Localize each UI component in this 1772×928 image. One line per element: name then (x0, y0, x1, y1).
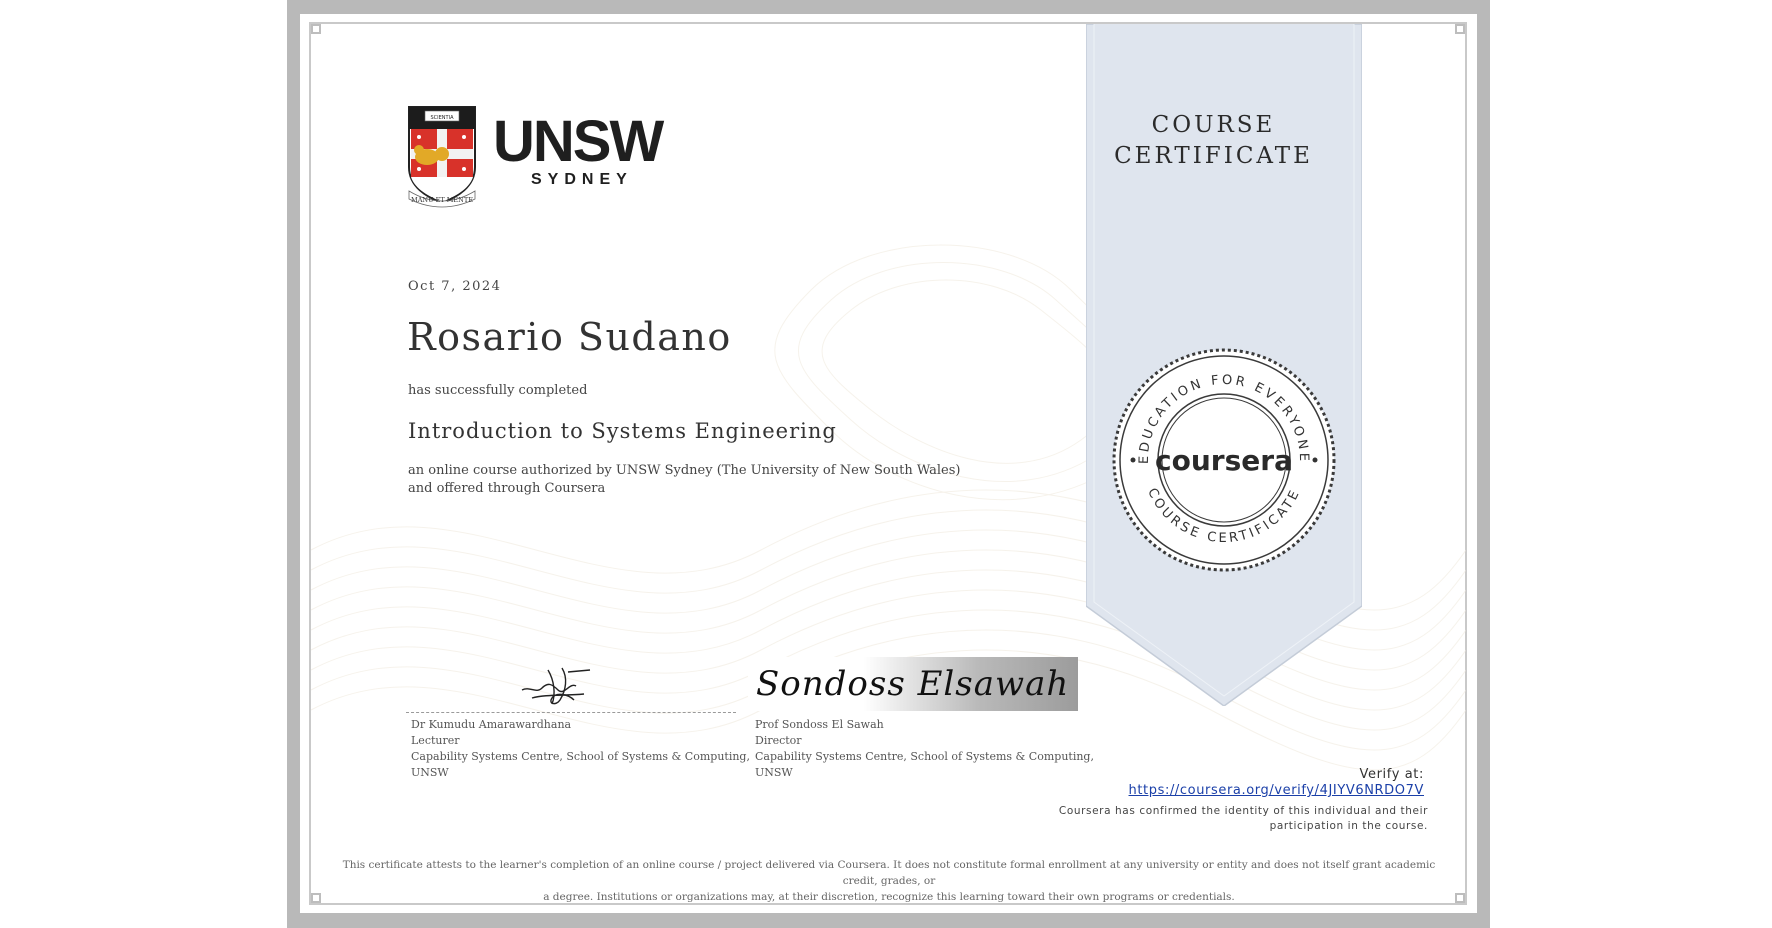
signature-2: Sondoss Elsawah (748, 657, 1078, 711)
course-title: Introduction to Systems Engineering (408, 419, 837, 443)
completed-statement: has successfully completed (408, 383, 588, 398)
unsw-wordmark: UNSW SYDNEY (493, 109, 664, 189)
ribbon-title: COURSE CERTIFICATE (1086, 110, 1341, 172)
signatory-1-org: Capability Systems Centre, School of Sys… (411, 750, 750, 763)
ribbon-title-line1: COURSE (1151, 112, 1276, 138)
identity-confirmation-line2: participation in the course. (1269, 820, 1428, 832)
coursera-seal: EDUCATION FOR EVERYONE COURSE CERTIFICAT… (1112, 348, 1336, 572)
seal-brand-text: coursera (1155, 444, 1293, 477)
crest-scroll-text: SCIENTIA (431, 115, 455, 121)
certificate-disclaimer: This certificate attests to the learner'… (330, 857, 1448, 905)
border-corner-bottom-left (311, 893, 321, 903)
verify-label: Verify at: (1359, 767, 1424, 782)
ribbon-title-line2: CERTIFICATE (1114, 143, 1313, 169)
border-corner-top-right (1455, 24, 1465, 34)
unsw-wordmark-name: UNSW (493, 109, 664, 174)
signature-1 (521, 667, 591, 705)
border-corner-bottom-right (1455, 893, 1465, 903)
identity-confirmation-line1: Coursera has confirmed the identity of t… (1058, 805, 1428, 817)
signatory-2-name: Prof Sondoss El Sawah (755, 718, 884, 731)
signatory-2-role: Director (755, 734, 802, 747)
signatory-1-role: Lecturer (411, 734, 460, 747)
verify-link[interactable]: https://coursera.org/verify/4JIYV6NRDO7V (1100, 783, 1424, 798)
recipient-name: Rosario Sudano (407, 315, 732, 359)
identity-confirmation: Coursera has confirmed the identity of t… (1000, 804, 1428, 834)
crest-motto-text: MANU ET MENTE (411, 196, 473, 204)
unsw-crest-logo: SCIENTIA MANU ET MENTE (408, 106, 476, 208)
signatory-1-org-line2: UNSW (411, 766, 449, 779)
signature-1-line (406, 712, 736, 713)
signatory-1-block: Dr Kumudu Amarawardhana Lecturer Capabil… (411, 717, 750, 781)
signatory-1-name: Dr Kumudu Amarawardhana (411, 718, 572, 731)
signatory-2-block: Prof Sondoss El Sawah Director Capabilit… (755, 717, 1094, 781)
border-corner-top-left (311, 24, 321, 34)
disclaimer-line2: a degree. Institutions or organizations … (543, 891, 1235, 903)
completion-date: Oct 7, 2024 (408, 279, 502, 294)
course-description: an online course authorized by UNSW Sydn… (408, 463, 961, 496)
disclaimer-line1: This certificate attests to the learner'… (342, 859, 1436, 887)
signatory-2-org: Capability Systems Centre, School of Sys… (755, 750, 1094, 763)
signature-2-script: Sondoss Elsawah (756, 664, 1069, 704)
signatory-2-org-line2: UNSW (755, 766, 793, 779)
